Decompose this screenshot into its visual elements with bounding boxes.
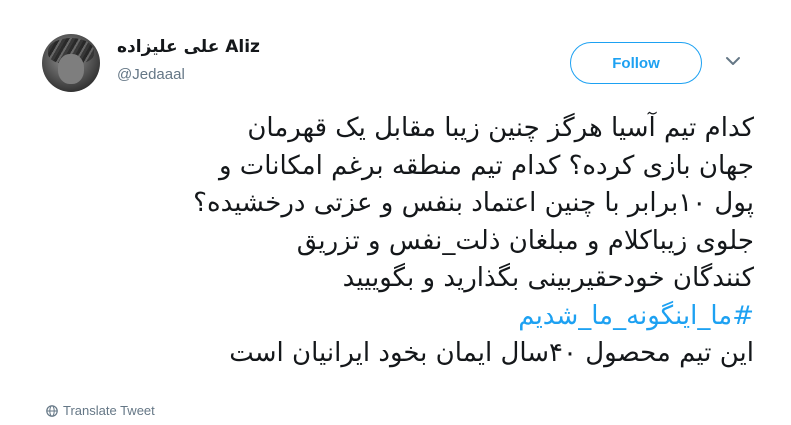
user-handle[interactable]: @Jedaaal	[117, 66, 185, 83]
tweet-line: این تیم محصول ۴۰سال ایمان بخود ایرانیان …	[229, 338, 754, 368]
translate-label: Translate Tweet	[63, 403, 155, 418]
hashtag-link[interactable]: #ما_اینگونه_ما_شدیم	[40, 298, 754, 336]
tweet-line: پول ۱۰برابر با چنین اعتماد بنفس و عزتی د…	[193, 188, 754, 218]
avatar[interactable]	[42, 34, 100, 92]
tweet-line: کدام تیم آسیا هرگز چنین زیبا مقابل یک قه…	[247, 113, 754, 143]
tweet-line: جلوی زیباکلام و مبلغان ذلت_نفس و تزریق	[296, 225, 754, 256]
translate-tweet-link[interactable]: Translate Tweet	[46, 403, 155, 418]
avatar-face	[58, 54, 84, 84]
tweet-text: کدام تیم آسیا هرگز چنین زیبا مقابل یک قه…	[40, 110, 754, 373]
follow-button[interactable]: Follow	[570, 42, 702, 84]
tweet-line: کنندگان خودحقیربینی بگذارید و بگوییید	[342, 263, 754, 293]
tweet-line: جهان بازی کرده؟ کدام تیم منطقه برغم امکا…	[218, 150, 754, 181]
display-name[interactable]: علی علیزاده Aliz	[117, 37, 260, 57]
chevron-down-icon[interactable]	[724, 54, 742, 68]
globe-icon	[46, 404, 58, 417]
